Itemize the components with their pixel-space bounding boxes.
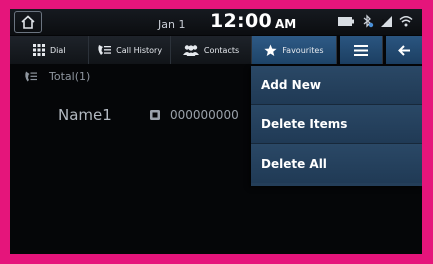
back-arrow-icon [397,44,410,56]
contact-number: 000000000 [170,108,239,122]
menu-icon [353,44,368,56]
contacts-icon [182,45,199,56]
star-icon [264,44,277,56]
tab-call-history-label: Call History [116,45,163,55]
phone-tabs: Dial Call History Contacts Favourites [10,36,422,64]
menu-item-add-new[interactable]: Add New [251,66,422,105]
battery-icon [338,16,354,26]
menu-item-delete-items[interactable]: Delete Items [251,105,422,144]
menu-item-delete-all[interactable]: Delete All [251,144,422,183]
tab-contacts[interactable]: Contacts [170,36,253,64]
home-icon [21,15,35,29]
call-list-icon [25,71,37,82]
wifi-icon [399,16,413,27]
phone-screen: Jan 1 12:00 AM Dial Call History Contact… [10,9,422,254]
home-button[interactable] [14,11,42,33]
tab-favourites-label: Favourites [282,45,324,55]
call-history-icon [98,45,112,55]
status-bar: Jan 1 12:00 AM [10,9,422,35]
back-button[interactable] [386,36,422,64]
signal-icon [381,15,392,27]
total-label: Total(1) [49,70,91,83]
total-count: Total(1) [24,70,90,83]
status-time: 12:00 [210,10,272,32]
tab-contacts-label: Contacts [203,45,240,55]
status-ampm: AM [275,17,297,31]
bluetooth-icon [363,14,374,28]
contact-name: Name1 [58,106,112,124]
options-menu: Add New Delete Items Delete All [251,66,422,186]
status-date: Jan 1 [158,18,186,31]
phone-number-icon [150,110,160,120]
tab-favourites[interactable]: Favourites [252,36,337,64]
status-icons [338,14,413,28]
tab-dial[interactable]: Dial [10,36,90,64]
tab-call-history[interactable]: Call History [89,36,171,64]
menu-button[interactable] [339,36,384,64]
dialpad-icon [32,44,45,56]
tab-dial-label: Dial [49,45,66,55]
